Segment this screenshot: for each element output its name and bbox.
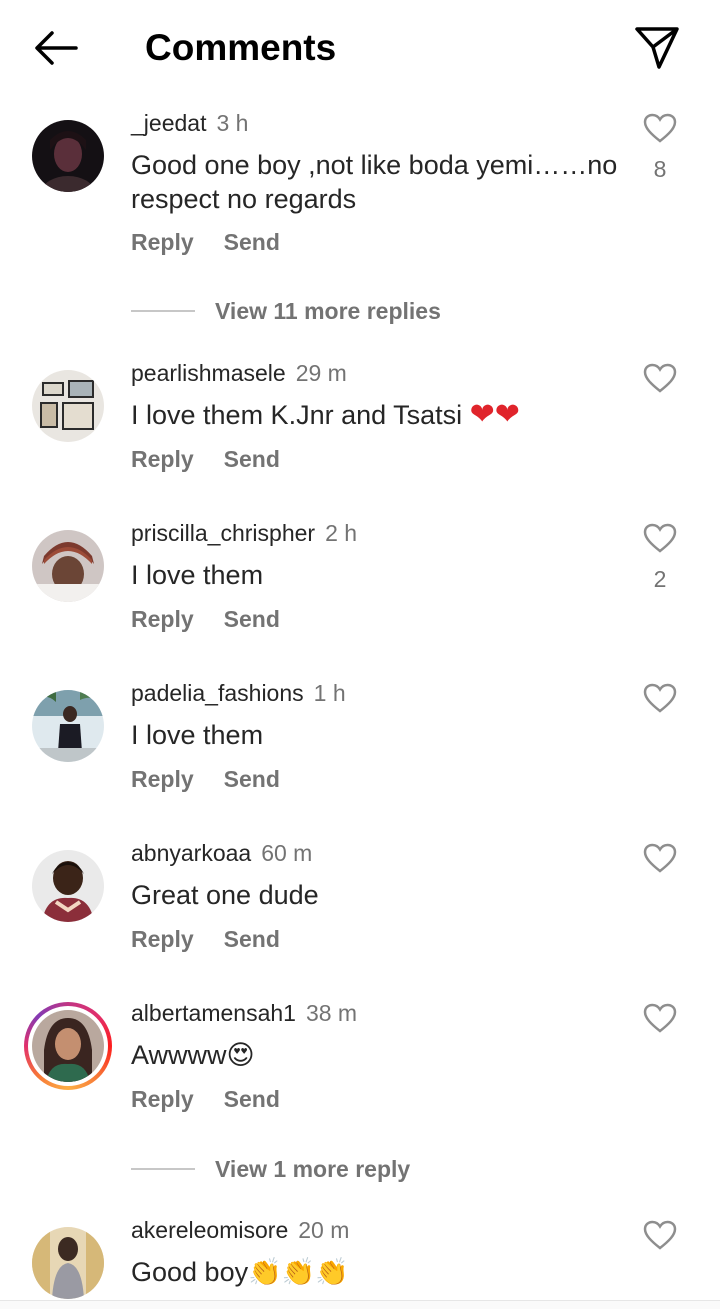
comment-item: padelia_fashions 1 h I love them Reply Sen… xyxy=(0,678,720,798)
comment-username[interactable]: albertamensah1 xyxy=(131,1000,296,1026)
reply-button[interactable]: Reply xyxy=(131,766,194,792)
avatar[interactable] xyxy=(32,1227,104,1299)
heart-icon xyxy=(643,363,677,393)
comment-text: I love them xyxy=(131,560,264,590)
divider xyxy=(131,1168,195,1170)
like-count: 8 xyxy=(653,156,667,182)
comment-time: 29 m xyxy=(295,360,347,386)
reply-button[interactable]: Reply xyxy=(131,926,194,952)
avatar[interactable] xyxy=(32,530,104,602)
heart-icon xyxy=(643,1220,677,1250)
comment-item: akereleomisore 20 m Good boy👏👏👏 xyxy=(0,1215,720,1305)
comment-item: pearlishmasele 29 m I love them K.Jnr and… xyxy=(0,358,720,478)
back-button[interactable] xyxy=(28,24,84,72)
comment-text: Awwww xyxy=(131,1040,227,1070)
send-button[interactable]: Send xyxy=(224,229,280,255)
comment-username[interactable]: priscilla_chrispher xyxy=(131,520,315,546)
heart-eyes-emoji: 😍 xyxy=(226,1040,255,1071)
avatar[interactable] xyxy=(32,690,104,762)
avatar[interactable] xyxy=(32,370,104,442)
comment-time: 20 m xyxy=(298,1217,350,1243)
comment-time: 38 m xyxy=(305,1000,358,1026)
comment-time: 3 h xyxy=(216,110,249,136)
comment-item: abnyarkoaa 60 m Great one dude Reply Send xyxy=(0,838,720,958)
like-button[interactable] xyxy=(640,680,680,716)
like-button[interactable] xyxy=(640,360,680,396)
reply-button[interactable]: Reply xyxy=(131,1086,194,1112)
heart-icon xyxy=(643,523,677,553)
comment-username[interactable]: abnyarkoaa xyxy=(131,840,251,866)
reply-button[interactable]: Reply xyxy=(131,229,194,255)
view-more-label: View 1 more reply xyxy=(215,1155,411,1182)
avatar[interactable] xyxy=(32,120,104,192)
comment-item: priscilla_chrispher 2 h I love them Reply… xyxy=(0,518,720,638)
heart-icon xyxy=(643,843,677,873)
comment-item: albertamensah1 38 m Awwww😍 Reply Send xyxy=(0,998,720,1118)
view-more-replies[interactable]: View 11 more replies xyxy=(131,296,441,326)
comment-time: 1 h xyxy=(313,680,346,706)
heart-emoji: ❤❤ xyxy=(469,397,520,432)
heart-icon xyxy=(643,113,677,143)
comment-username[interactable]: _jeedat xyxy=(131,110,206,136)
comment-text: I love them xyxy=(131,720,264,750)
comment-item: _jeedat 3 h Good one boy ,not like boda y… xyxy=(0,108,720,268)
like-count: 2 xyxy=(653,566,667,592)
arrow-left-icon xyxy=(35,31,78,65)
story-ring-avatar[interactable] xyxy=(24,1002,112,1090)
reply-button[interactable]: Reply xyxy=(131,446,194,472)
reply-button[interactable]: Reply xyxy=(131,606,194,632)
heart-icon xyxy=(643,1003,677,1033)
like-button[interactable] xyxy=(640,840,680,876)
send-button[interactable]: Send xyxy=(224,766,280,792)
comment-text: I love them K.Jnr and Tsatsi xyxy=(131,400,470,430)
comment-text: Good boy xyxy=(131,1257,249,1287)
send-button[interactable]: Send xyxy=(224,606,280,632)
avatar xyxy=(32,1010,104,1082)
comment-username[interactable]: padelia_fashions xyxy=(131,680,304,706)
like-button[interactable] xyxy=(640,1217,680,1253)
share-button[interactable] xyxy=(630,22,684,74)
clapping-hands-emoji: 👏👏👏 xyxy=(248,1257,349,1288)
comment-time: 2 h xyxy=(325,520,358,546)
paper-plane-icon xyxy=(635,27,679,69)
comment-username[interactable]: pearlishmasele xyxy=(131,360,286,386)
comment-text: Great one dude xyxy=(131,880,319,910)
divider xyxy=(131,310,195,312)
view-more-label: View 11 more replies xyxy=(215,297,441,324)
view-more-replies[interactable]: View 1 more reply xyxy=(131,1154,410,1184)
header: Comments xyxy=(0,0,720,96)
send-button[interactable]: Send xyxy=(224,926,280,952)
like-button[interactable] xyxy=(640,1000,680,1036)
comment-time: 60 m xyxy=(261,840,313,866)
avatar[interactable] xyxy=(32,850,104,922)
comment-username[interactable]: akereleomisore xyxy=(131,1217,288,1243)
send-button[interactable]: Send xyxy=(224,1086,280,1112)
heart-icon xyxy=(643,683,677,713)
like-button[interactable] xyxy=(640,110,680,146)
send-button[interactable]: Send xyxy=(224,446,280,472)
comment-text-row: Awwww😍 xyxy=(131,1038,621,1073)
comment-text-row: Good boy👏👏👏 xyxy=(131,1255,621,1290)
comment-text-row: I love them K.Jnr and Tsatsi ❤❤ xyxy=(131,398,621,432)
page-title: Comments xyxy=(145,27,337,68)
comment-text: Good one boy ,not like boda yemi……no res… xyxy=(131,150,618,214)
like-button[interactable] xyxy=(640,520,680,556)
